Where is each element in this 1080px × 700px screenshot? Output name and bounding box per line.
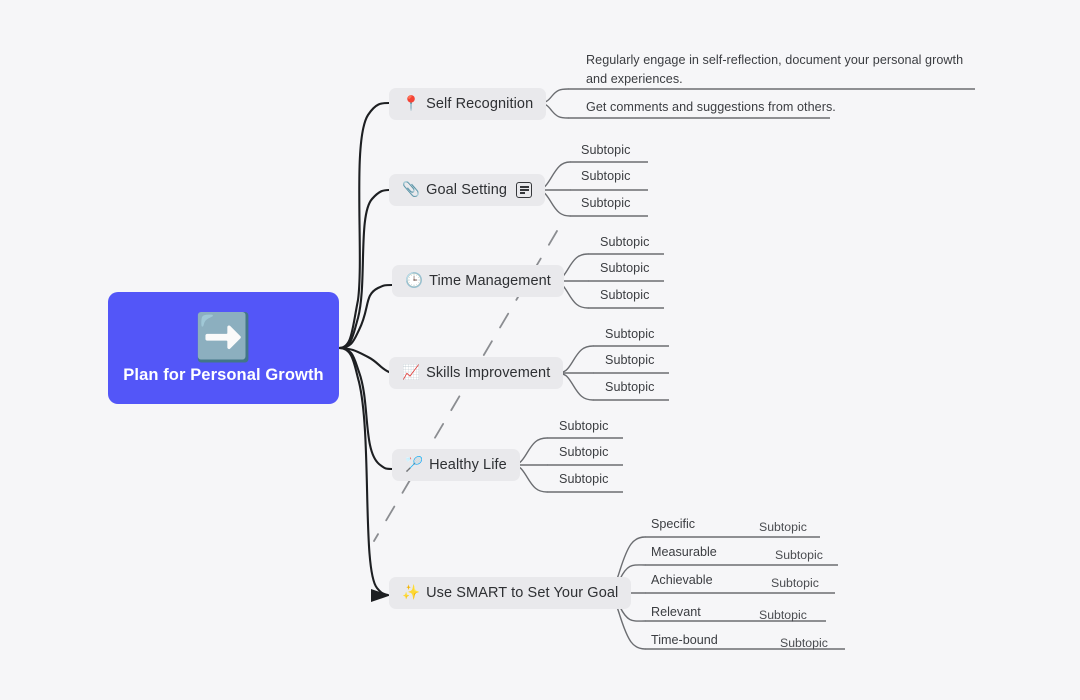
- clock-icon: 🕒: [405, 272, 424, 289]
- leaf-item[interactable]: Subtopic: [581, 195, 630, 212]
- leaf-item[interactable]: Regularly engage in self-reflection, doc…: [586, 51, 976, 89]
- note-icon[interactable]: [516, 182, 533, 198]
- smart-row[interactable]: Achievable Subtopic: [651, 572, 819, 590]
- curved-arrow-right-icon: ➡️: [194, 310, 253, 363]
- branch-label: Goal Setting: [426, 182, 508, 198]
- leaf-item[interactable]: Subtopic: [605, 326, 654, 343]
- branch-node-skills-improvement[interactable]: 📈 Skills Improvement: [389, 357, 564, 389]
- smart-label: Relevant: [651, 605, 701, 619]
- leaf-item[interactable]: Subtopic: [559, 444, 608, 461]
- branch-label: Time Management: [429, 273, 551, 289]
- root-node-label: Plan for Personal Growth: [123, 365, 324, 384]
- leaf-item[interactable]: Subtopic: [600, 287, 649, 304]
- round-pushpin-icon: 📍: [402, 95, 421, 112]
- leaf-item[interactable]: Subtopic: [559, 418, 608, 435]
- root-node[interactable]: ➡️ Plan for Personal Growth: [108, 292, 339, 404]
- smart-row[interactable]: Time-bound Subtopic: [651, 632, 828, 650]
- sparkles-icon: ✨: [402, 584, 421, 601]
- leaf-item[interactable]: Get comments and suggestions from others…: [586, 99, 836, 116]
- branch-label: Healthy Life: [429, 457, 507, 473]
- paperclip-icon: 📎: [402, 181, 421, 198]
- smart-row[interactable]: Relevant Subtopic: [651, 604, 807, 622]
- leaf-item[interactable]: Subtopic: [559, 471, 608, 488]
- chart-increasing-icon: 📈: [402, 364, 421, 381]
- leaf-item[interactable]: Subtopic: [605, 379, 654, 396]
- smart-row[interactable]: Measurable Subtopic: [651, 544, 823, 562]
- branch-node-time-management[interactable]: 🕒 Time Management: [392, 265, 564, 297]
- branch-node-healthy-life[interactable]: 🏸 Healthy Life: [392, 449, 520, 481]
- leaf-item[interactable]: Subtopic: [600, 234, 649, 251]
- leaf-item[interactable]: Subtopic: [581, 168, 630, 185]
- smart-subtopic[interactable]: Subtopic: [775, 547, 823, 564]
- arrowhead-icon: [371, 589, 390, 602]
- smart-subtopic[interactable]: Subtopic: [759, 607, 807, 624]
- smart-subtopic[interactable]: Subtopic: [771, 575, 819, 592]
- smart-label: Achievable: [651, 573, 713, 587]
- badminton-icon: 🏸: [405, 456, 424, 473]
- branch-node-self-recognition[interactable]: 📍 Self Recognition: [389, 88, 547, 120]
- smart-subtopic[interactable]: Subtopic: [780, 635, 828, 652]
- smart-subtopic[interactable]: Subtopic: [759, 519, 807, 536]
- leaf-item[interactable]: Subtopic: [605, 352, 654, 369]
- branch-node-use-smart[interactable]: ✨ Use SMART to Set Your Goal: [389, 577, 632, 609]
- branch-label: Use SMART to Set Your Goal: [426, 585, 619, 601]
- smart-label: Time-bound: [651, 633, 718, 647]
- branch-label: Skills Improvement: [426, 365, 551, 381]
- smart-label: Specific: [651, 517, 696, 531]
- smart-label: Measurable: [651, 545, 717, 559]
- branch-node-goal-setting[interactable]: 📎 Goal Setting: [389, 174, 546, 206]
- smart-row[interactable]: Specific Subtopic: [651, 516, 807, 534]
- leaf-item[interactable]: Subtopic: [600, 260, 649, 277]
- leaf-item[interactable]: Subtopic: [581, 142, 630, 159]
- branch-label: Self Recognition: [426, 96, 534, 112]
- mindmap-canvas: ➡️ Plan for Personal Growth 📍 Self Recog…: [0, 0, 1080, 700]
